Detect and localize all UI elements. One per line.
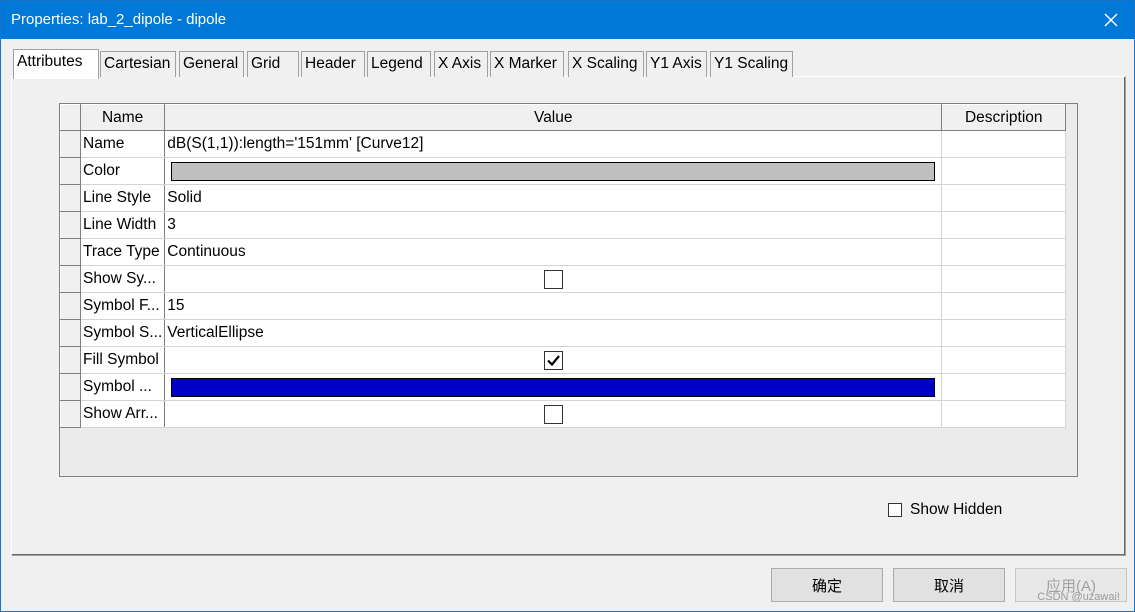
properties-dialog: Properties: lab_2_dipole - dipole Attrib… bbox=[0, 0, 1135, 612]
row-header[interactable] bbox=[60, 130, 81, 158]
property-name[interactable]: Line Width bbox=[79, 211, 166, 239]
window-title: Properties: lab_2_dipole - dipole bbox=[11, 11, 227, 28]
grid-row[interactable]: Show Sy... bbox=[60, 265, 1067, 293]
property-description[interactable] bbox=[941, 238, 1067, 266]
column-header-name[interactable]: Name bbox=[79, 104, 166, 131]
row-header-corner bbox=[60, 104, 81, 131]
property-name[interactable]: Color bbox=[79, 157, 166, 185]
color-swatch[interactable] bbox=[171, 377, 936, 397]
grid-row[interactable]: Symbol ... bbox=[60, 373, 1067, 401]
row-header[interactable] bbox=[60, 184, 81, 212]
property-name[interactable]: Fill Symbol bbox=[79, 346, 166, 374]
property-name[interactable]: Symbol S... bbox=[79, 319, 166, 347]
grid-row[interactable]: Symbol S... VerticalEllipse bbox=[60, 319, 1067, 347]
tab-x-axis[interactable]: X Axis bbox=[434, 51, 488, 77]
attributes-table: Name Value Description Name dB(S(1,1)):le… bbox=[60, 104, 1067, 428]
grid-row[interactable]: Line Style Solid bbox=[60, 184, 1067, 212]
row-header[interactable] bbox=[60, 346, 81, 374]
property-description[interactable] bbox=[941, 319, 1067, 347]
tab-cartesian[interactable]: Cartesian bbox=[100, 51, 176, 77]
row-header[interactable] bbox=[60, 319, 81, 347]
row-header[interactable] bbox=[60, 265, 81, 293]
watermark: CSDN @uzawai! bbox=[1037, 591, 1120, 603]
tab-general[interactable]: General bbox=[179, 51, 244, 77]
grid-row[interactable]: Fill Symbol bbox=[60, 346, 1067, 374]
property-value[interactable]: 15 bbox=[164, 292, 943, 320]
tab-x-scaling[interactable]: X Scaling bbox=[568, 51, 644, 77]
tab-legend[interactable]: Legend bbox=[367, 51, 431, 77]
grid-row[interactable]: Show Arr... bbox=[60, 400, 1067, 428]
row-header[interactable] bbox=[60, 238, 81, 266]
property-name[interactable]: Line Style bbox=[79, 184, 166, 212]
value-checkbox[interactable] bbox=[543, 350, 563, 370]
tab-attributes[interactable]: Attributes bbox=[13, 49, 99, 79]
tab-x-marker[interactable]: X Marker bbox=[490, 51, 564, 77]
cancel-button[interactable]: 取消 bbox=[893, 568, 1005, 602]
row-header[interactable] bbox=[60, 400, 81, 428]
checkmark-icon bbox=[546, 354, 560, 366]
column-header-value[interactable]: Value bbox=[164, 104, 943, 131]
property-value[interactable]: VerticalEllipse bbox=[164, 319, 943, 347]
title-bar[interactable]: Properties: lab_2_dipole - dipole bbox=[1, 1, 1134, 39]
grid-row[interactable]: Trace Type Continuous bbox=[60, 238, 1067, 266]
property-description[interactable] bbox=[941, 373, 1067, 401]
property-value[interactable]: dB(S(1,1)):length='151mm' [Curve12] bbox=[164, 130, 943, 158]
value-checkbox[interactable] bbox=[543, 269, 563, 289]
value-checkbox[interactable] bbox=[543, 404, 563, 424]
column-header-description[interactable]: Description bbox=[941, 104, 1067, 131]
property-description[interactable] bbox=[941, 184, 1067, 212]
property-description[interactable] bbox=[941, 211, 1067, 239]
property-value[interactable] bbox=[164, 373, 943, 401]
grid-header-row: Name Value Description bbox=[60, 104, 1067, 131]
close-icon bbox=[1104, 13, 1118, 27]
show-hidden-box[interactable] bbox=[888, 503, 902, 517]
close-button[interactable] bbox=[1096, 5, 1126, 35]
property-value[interactable]: 3 bbox=[164, 211, 943, 239]
ok-button[interactable]: 确定 bbox=[771, 568, 883, 602]
show-hidden-label: Show Hidden bbox=[910, 501, 1003, 518]
property-description[interactable] bbox=[941, 346, 1067, 374]
property-value[interactable]: Continuous bbox=[164, 238, 943, 266]
property-value[interactable] bbox=[164, 265, 943, 293]
property-description[interactable] bbox=[941, 292, 1067, 320]
row-header[interactable] bbox=[60, 292, 81, 320]
show-hidden-checkbox[interactable]: Show Hidden bbox=[888, 501, 1002, 519]
grid-row[interactable]: Name dB(S(1,1)):length='151mm' [Curve12] bbox=[60, 130, 1067, 158]
property-description[interactable] bbox=[941, 265, 1067, 293]
row-header[interactable] bbox=[60, 157, 81, 185]
row-header[interactable] bbox=[60, 373, 81, 401]
property-name[interactable]: Trace Type bbox=[79, 238, 166, 266]
property-name[interactable]: Show Sy... bbox=[79, 265, 166, 293]
property-name[interactable]: Symbol ... bbox=[79, 373, 166, 401]
property-value[interactable] bbox=[164, 346, 943, 374]
tab-y1-scaling[interactable]: Y1 Scaling bbox=[710, 51, 793, 77]
property-description[interactable] bbox=[941, 157, 1067, 185]
property-name[interactable]: Show Arr... bbox=[79, 400, 166, 428]
property-name[interactable]: Symbol F... bbox=[79, 292, 166, 320]
tab-grid[interactable]: Grid bbox=[247, 51, 299, 77]
property-value[interactable]: Solid bbox=[164, 184, 943, 212]
color-swatch[interactable] bbox=[171, 161, 936, 181]
tab-header[interactable]: Header bbox=[301, 51, 365, 77]
tab-y1-axis[interactable]: Y1 Axis bbox=[646, 51, 707, 77]
row-header[interactable] bbox=[60, 211, 81, 239]
property-description[interactable] bbox=[941, 130, 1067, 158]
grid-row[interactable]: Symbol F... 15 bbox=[60, 292, 1067, 320]
property-value[interactable] bbox=[164, 400, 943, 428]
property-description[interactable] bbox=[941, 400, 1067, 428]
grid-row[interactable]: Color bbox=[60, 157, 1067, 185]
grid-row[interactable]: Line Width 3 bbox=[60, 211, 1067, 239]
property-value[interactable] bbox=[164, 157, 943, 185]
attributes-grid: Name Value Description Name dB(S(1,1)):le… bbox=[59, 103, 1078, 477]
property-name[interactable]: Name bbox=[79, 130, 166, 158]
